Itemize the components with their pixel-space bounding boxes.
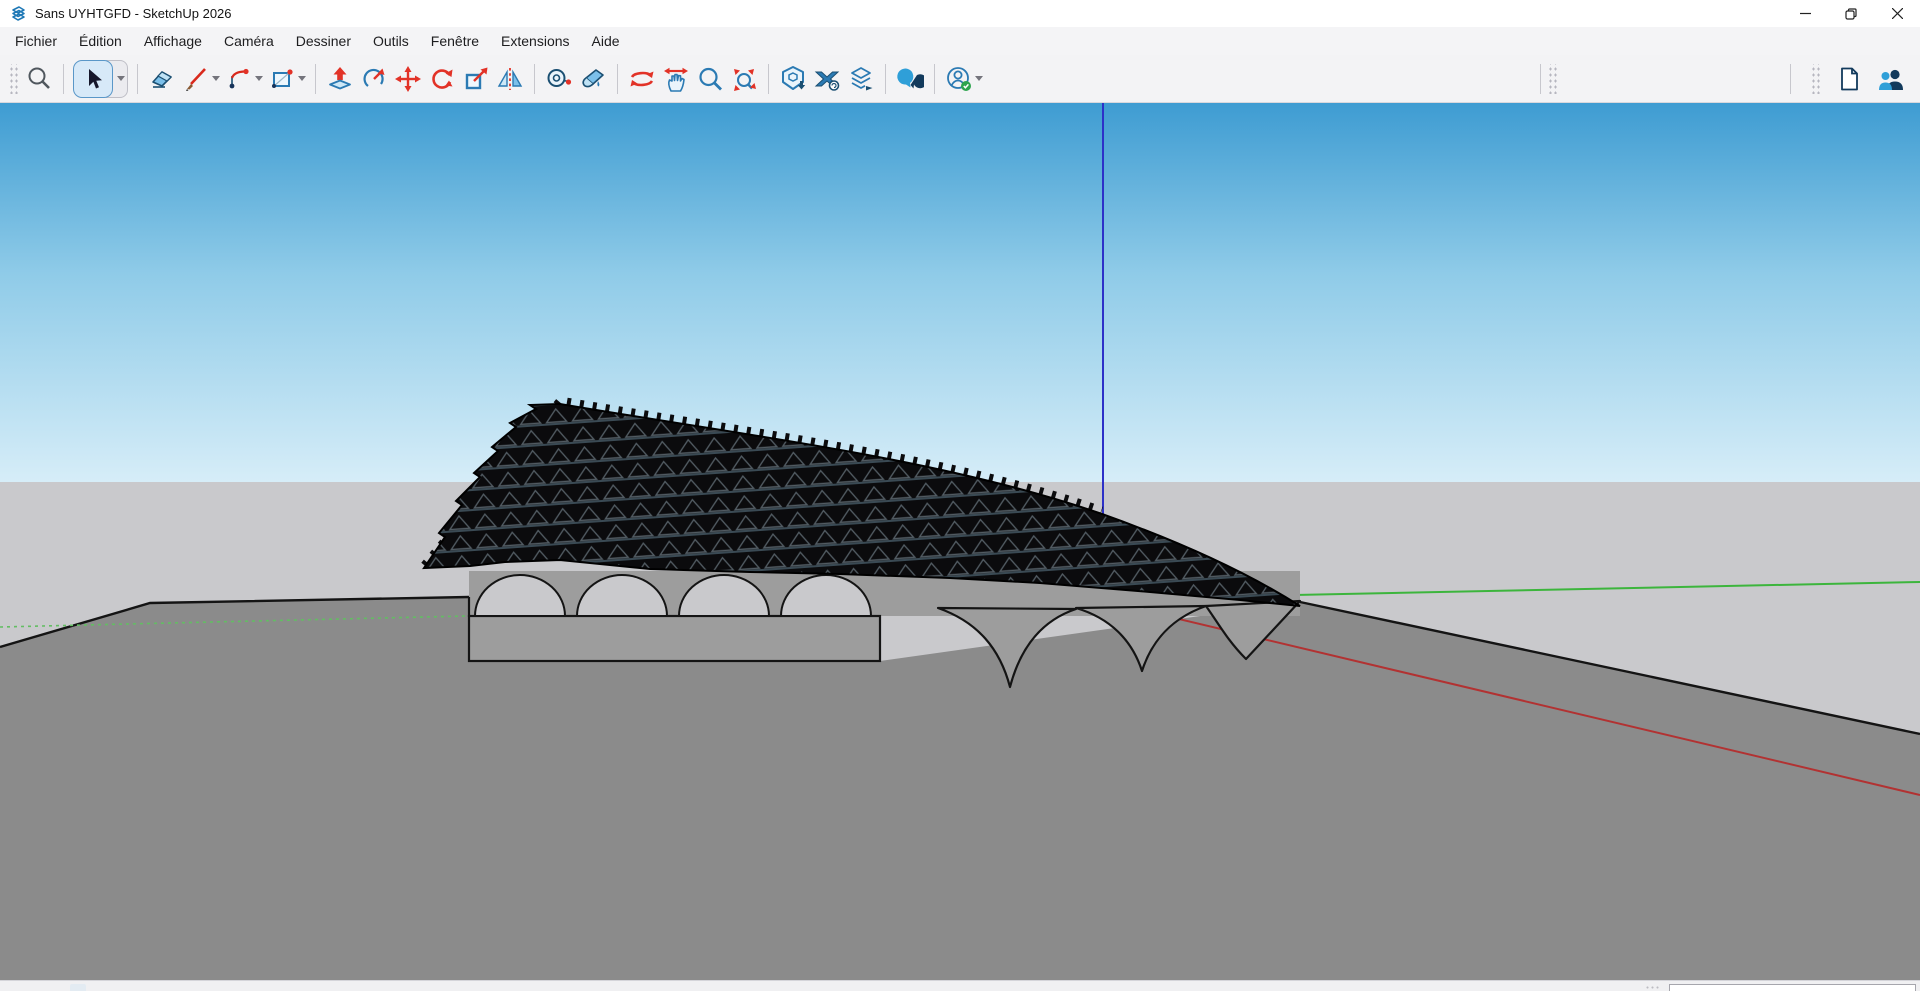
paintbucket-tool-button[interactable] bbox=[576, 60, 610, 98]
new-document-button[interactable] bbox=[1832, 60, 1866, 98]
viewport-canvas bbox=[0, 103, 1920, 980]
measurements-gripper bbox=[1645, 985, 1659, 991]
toolbar-drag-handle[interactable] bbox=[1810, 64, 1820, 94]
arc-tool-button[interactable] bbox=[222, 60, 256, 98]
menu-affichage[interactable]: Affichage bbox=[133, 29, 213, 53]
modeling-viewport[interactable] bbox=[0, 103, 1920, 980]
rotate-tool-button[interactable] bbox=[425, 60, 459, 98]
send-to-layout-icon bbox=[847, 65, 875, 93]
pencil-line-icon bbox=[182, 65, 210, 93]
zoomextents-tool-button[interactable] bbox=[727, 60, 761, 98]
warehouse-3d-button[interactable] bbox=[776, 60, 810, 98]
title-bar: Sans UYHTGFD - SketchUp 2026 bbox=[0, 0, 1920, 27]
toolbar-drag-handle[interactable] bbox=[1547, 64, 1557, 94]
scale-tool-button[interactable] bbox=[459, 60, 493, 98]
status-bar bbox=[0, 980, 1920, 991]
line-tool-button[interactable] bbox=[179, 60, 213, 98]
toolbar-separator bbox=[934, 64, 935, 94]
sketchup-logo-icon bbox=[10, 5, 27, 22]
extension-warehouse-button[interactable] bbox=[810, 60, 844, 98]
pan-tool-button[interactable] bbox=[659, 60, 693, 98]
toolbar bbox=[0, 55, 1920, 103]
zoom-extents-icon bbox=[730, 65, 758, 93]
status-icon-fragment bbox=[70, 984, 86, 991]
menu-fichier[interactable]: Fichier bbox=[4, 29, 68, 53]
measurements-input[interactable] bbox=[1669, 984, 1916, 991]
rectangle-tool-dropdown[interactable] bbox=[296, 60, 308, 98]
tape-measure-icon bbox=[545, 65, 573, 93]
sky bbox=[0, 103, 1920, 482]
arc-tool-dropdown[interactable] bbox=[253, 60, 265, 98]
pushpull-tool-button[interactable] bbox=[323, 60, 357, 98]
menu-fenetre[interactable]: Fenêtre bbox=[420, 29, 490, 53]
sketchup-window: { "window": { "title": "Sans UYHTGFD - S… bbox=[0, 0, 1920, 991]
rotate-icon bbox=[428, 65, 456, 93]
pushpull-icon bbox=[326, 65, 354, 93]
menu-dessiner[interactable]: Dessiner bbox=[285, 29, 362, 53]
window-title: Sans UYHTGFD - SketchUp 2026 bbox=[35, 6, 232, 21]
menu-bar: Fichier Édition Affichage Caméra Dessine… bbox=[0, 27, 1920, 55]
menu-edition[interactable]: Édition bbox=[68, 29, 133, 53]
feedback-button[interactable] bbox=[893, 60, 927, 98]
menu-outils[interactable]: Outils bbox=[362, 29, 420, 53]
flip-icon bbox=[496, 65, 524, 93]
zoom-icon bbox=[696, 65, 724, 93]
move-tool-button[interactable] bbox=[391, 60, 425, 98]
people-icon bbox=[1876, 65, 1906, 93]
toolbar-right-group bbox=[1783, 60, 1908, 98]
restore-button[interactable] bbox=[1828, 0, 1874, 27]
move-icon bbox=[394, 65, 422, 93]
menu-extensions[interactable]: Extensions bbox=[490, 29, 580, 53]
scale-icon bbox=[462, 65, 490, 93]
toolbar-separator bbox=[768, 64, 769, 94]
tapemeasure-tool-button[interactable] bbox=[542, 60, 576, 98]
select-tool-button[interactable] bbox=[73, 60, 113, 98]
arc-icon bbox=[225, 65, 253, 93]
paint-bucket-icon bbox=[579, 65, 607, 93]
account-avatar-icon bbox=[945, 65, 973, 93]
eraser-tool-button[interactable] bbox=[145, 60, 179, 98]
3d-warehouse-icon bbox=[779, 65, 807, 93]
signin-dropdown[interactable] bbox=[973, 60, 985, 98]
flip-tool-button[interactable] bbox=[493, 60, 527, 98]
toolbar-drag-handle[interactable] bbox=[8, 64, 18, 94]
toolbar-separator bbox=[885, 64, 886, 94]
send-to-layout-button[interactable] bbox=[844, 60, 878, 98]
toolbar-separator bbox=[315, 64, 316, 94]
pan-icon bbox=[662, 65, 690, 93]
toolbar-separator bbox=[137, 64, 138, 94]
select-tool-group bbox=[73, 60, 128, 98]
rectangle-tool-button[interactable] bbox=[265, 60, 299, 98]
search-tool-button[interactable] bbox=[22, 60, 56, 98]
search-icon bbox=[25, 65, 53, 93]
followme-tool-button[interactable] bbox=[357, 60, 391, 98]
toolbar-dock-separator bbox=[1538, 64, 1561, 94]
window-controls bbox=[1782, 0, 1920, 27]
signin-button[interactable] bbox=[942, 60, 976, 98]
zoom-tool-button[interactable] bbox=[693, 60, 727, 98]
toolbar-separator bbox=[1790, 64, 1791, 94]
eraser-icon bbox=[148, 65, 176, 93]
toolbar-separator bbox=[63, 64, 64, 94]
new-document-icon bbox=[1835, 65, 1863, 93]
orbit-tool-button[interactable] bbox=[625, 60, 659, 98]
followme-icon bbox=[360, 65, 388, 93]
toolbar-separator bbox=[617, 64, 618, 94]
rectangle-icon bbox=[268, 65, 296, 93]
toolbar-separator bbox=[1540, 64, 1541, 94]
toolbar-separator bbox=[534, 64, 535, 94]
orbit-icon bbox=[628, 65, 656, 93]
close-button[interactable] bbox=[1874, 0, 1920, 27]
select-arrow-icon bbox=[82, 67, 104, 91]
minimize-button[interactable] bbox=[1782, 0, 1828, 27]
menu-camera[interactable]: Caméra bbox=[213, 29, 285, 53]
menu-aide[interactable]: Aide bbox=[581, 29, 631, 53]
chat-bubbles-icon bbox=[896, 65, 924, 93]
line-tool-dropdown[interactable] bbox=[210, 60, 222, 98]
extension-warehouse-icon bbox=[813, 65, 841, 93]
people-button[interactable] bbox=[1874, 60, 1908, 98]
